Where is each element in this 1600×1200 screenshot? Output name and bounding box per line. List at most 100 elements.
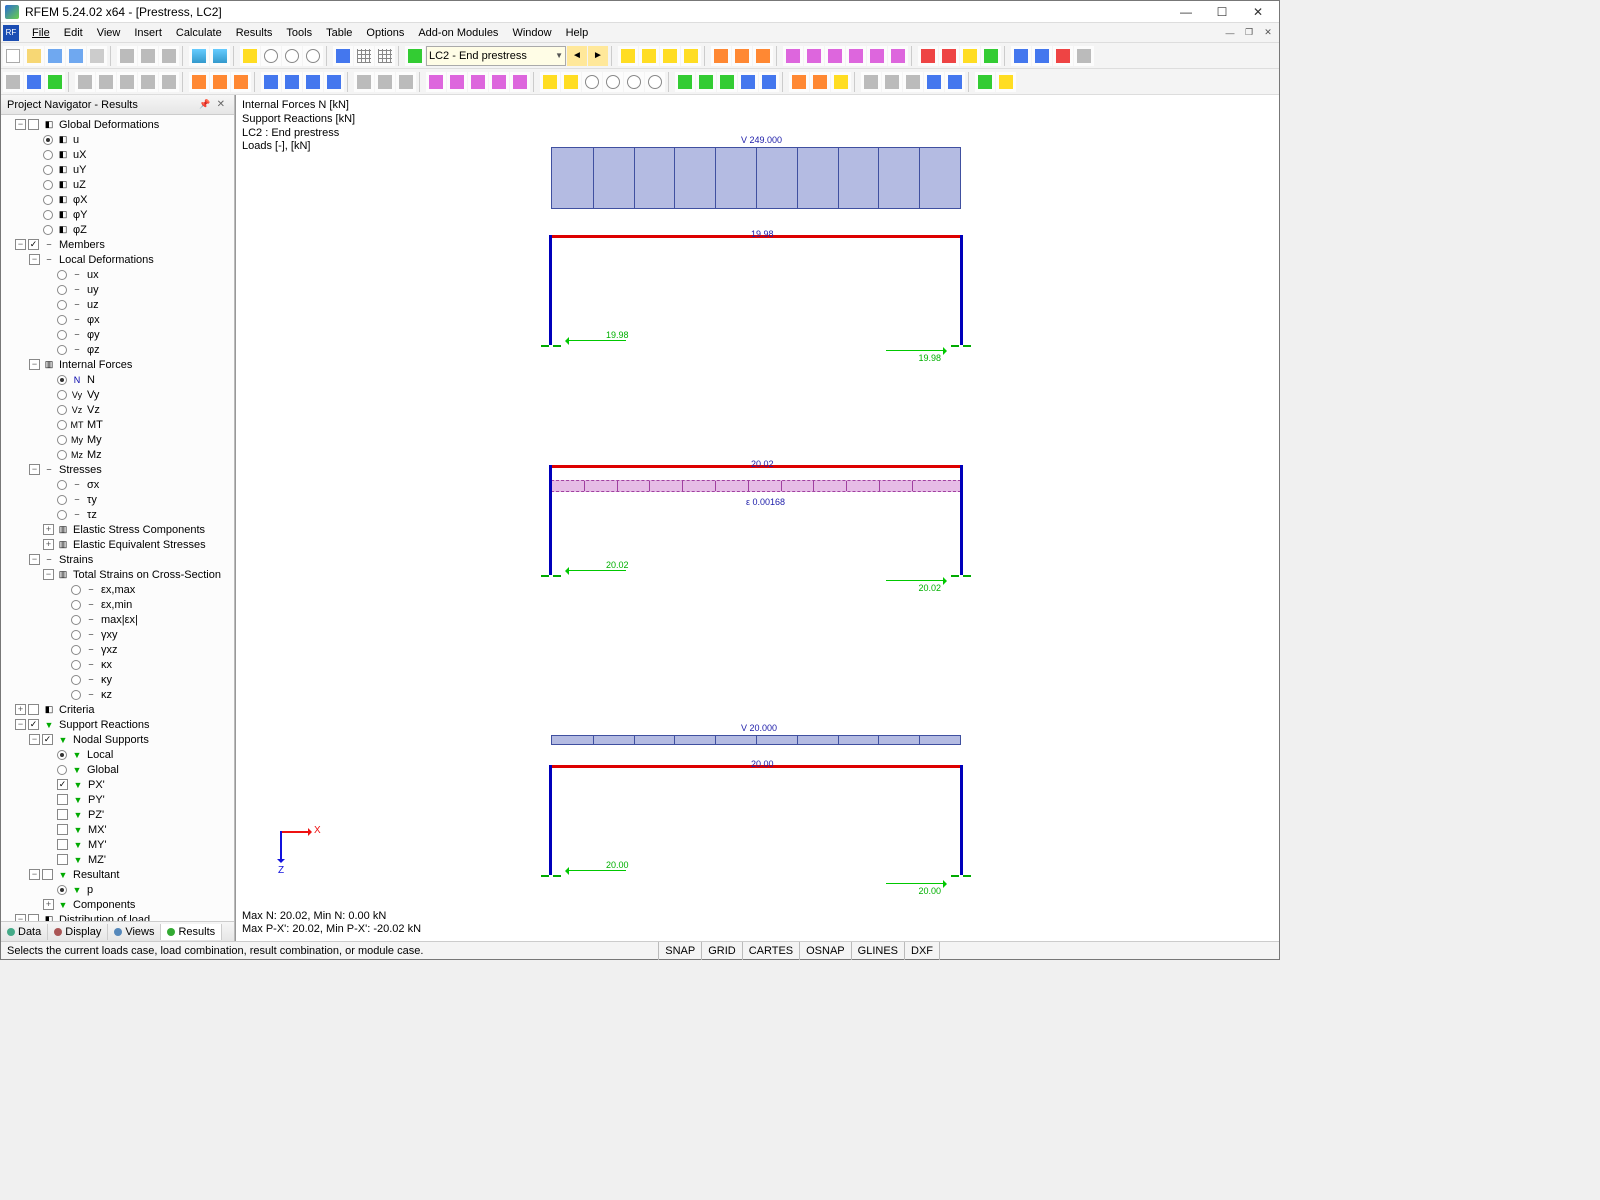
tb-m5[interactable] (867, 46, 887, 66)
status-glines[interactable]: GLINES (851, 942, 904, 960)
menu-edit[interactable]: Edit (57, 25, 90, 41)
tb-zoomwin[interactable] (303, 46, 323, 66)
tb-redo[interactable] (210, 46, 230, 66)
menu-help[interactable]: Help (559, 25, 596, 41)
status-cartes[interactable]: CARTES (742, 942, 799, 960)
tb-open[interactable] (24, 46, 44, 66)
tb2-33[interactable] (738, 72, 758, 92)
tb-lcnext[interactable]: ► (588, 46, 608, 66)
tb2-13[interactable] (282, 72, 302, 92)
tb2-12[interactable] (261, 72, 281, 92)
tb2-32[interactable] (717, 72, 737, 92)
status-snap[interactable]: SNAP (658, 942, 701, 960)
tb2-30[interactable] (675, 72, 695, 92)
tb-copy[interactable] (138, 46, 158, 66)
tb2-19[interactable] (426, 72, 446, 92)
tb2-7[interactable] (138, 72, 158, 92)
menu-table[interactable]: Table (319, 25, 359, 41)
tb2-40[interactable] (903, 72, 923, 92)
tb-m3[interactable] (825, 46, 845, 66)
tb-paste[interactable] (159, 46, 179, 66)
menu-view[interactable]: View (90, 25, 128, 41)
tb2-34[interactable] (759, 72, 779, 92)
status-osnap[interactable]: OSNAP (799, 942, 851, 960)
tb2-38[interactable] (861, 72, 881, 92)
tb2-25[interactable] (561, 72, 581, 92)
tb-w3[interactable] (960, 46, 980, 66)
nav-tab-views[interactable]: Views (108, 924, 161, 940)
tb-zoom[interactable] (261, 46, 281, 66)
results-tree[interactable]: −◧Global Deformations ◧u ◧uX ◧uY ◧uZ ◧φX… (1, 115, 234, 921)
tb2-23[interactable] (510, 72, 530, 92)
tb2-8[interactable] (159, 72, 179, 92)
nav-tab-results[interactable]: Results (161, 924, 222, 940)
nav-tab-data[interactable]: Data (1, 924, 48, 940)
tb2-15[interactable] (324, 72, 344, 92)
tb-r1[interactable] (618, 46, 638, 66)
tb-m1[interactable] (783, 46, 803, 66)
tb-m2[interactable] (804, 46, 824, 66)
tb2-42[interactable] (945, 72, 965, 92)
tb-m6[interactable] (888, 46, 908, 66)
tb-r3[interactable] (660, 46, 680, 66)
tb2-3[interactable] (45, 72, 65, 92)
tb-saveas[interactable] (66, 46, 86, 66)
tb2-24[interactable] (540, 72, 560, 92)
tb2-1[interactable] (3, 72, 23, 92)
mdi-close[interactable]: ✕ (1259, 26, 1277, 40)
pin-icon[interactable]: 📌 (196, 99, 213, 110)
mdi-restore[interactable]: ❐ (1240, 26, 1258, 40)
tb-cut[interactable] (117, 46, 137, 66)
menu-addon[interactable]: Add-on Modules (411, 25, 505, 41)
tb-print[interactable] (87, 46, 107, 66)
tb-zoomall[interactable] (282, 46, 302, 66)
maximize-button[interactable]: ☐ (1205, 2, 1239, 22)
tb-view1[interactable] (333, 46, 353, 66)
tb-view3[interactable] (375, 46, 395, 66)
tb-w2[interactable] (939, 46, 959, 66)
tb2-41[interactable] (924, 72, 944, 92)
menu-tools[interactable]: Tools (279, 25, 319, 41)
tb-m4[interactable] (846, 46, 866, 66)
tb2-17[interactable] (375, 72, 395, 92)
tb-w4[interactable] (981, 46, 1001, 66)
tb2-44[interactable] (996, 72, 1016, 92)
tb2-2[interactable] (24, 72, 44, 92)
menu-calculate[interactable]: Calculate (169, 25, 229, 41)
tb2-43[interactable] (975, 72, 995, 92)
tb2-6[interactable] (117, 72, 137, 92)
tb-lcprev[interactable]: ◄ (567, 46, 587, 66)
tb2-37[interactable] (831, 72, 851, 92)
tb2-14[interactable] (303, 72, 323, 92)
tb-w1[interactable] (918, 46, 938, 66)
tb2-27[interactable] (603, 72, 623, 92)
viewport[interactable]: Internal Forces N [kN] Support Reactions… (236, 95, 1279, 941)
tb2-29[interactable] (645, 72, 665, 92)
minimize-button[interactable]: — (1169, 2, 1203, 22)
tb2-22[interactable] (489, 72, 509, 92)
tb-s1[interactable] (711, 46, 731, 66)
tb2-11[interactable] (231, 72, 251, 92)
menu-insert[interactable]: Insert (127, 25, 169, 41)
tb-r2[interactable] (639, 46, 659, 66)
toggle-icon[interactable]: − (15, 119, 26, 130)
tb2-16[interactable] (354, 72, 374, 92)
tb-find[interactable] (240, 46, 260, 66)
menu-file[interactable]: File (25, 25, 57, 41)
nav-tab-display[interactable]: Display (48, 924, 108, 940)
tb2-10[interactable] (210, 72, 230, 92)
tb-s3[interactable] (753, 46, 773, 66)
tb2-4[interactable] (75, 72, 95, 92)
tb-a1[interactable] (1011, 46, 1031, 66)
tb2-36[interactable] (810, 72, 830, 92)
tb2-18[interactable] (396, 72, 416, 92)
tb-r4[interactable] (681, 46, 701, 66)
tb-s2[interactable] (732, 46, 752, 66)
tb2-35[interactable] (789, 72, 809, 92)
tb2-9[interactable] (189, 72, 209, 92)
tb2-21[interactable] (468, 72, 488, 92)
tb2-28[interactable] (624, 72, 644, 92)
menu-options[interactable]: Options (359, 25, 411, 41)
tb-new[interactable] (3, 46, 23, 66)
tb2-31[interactable] (696, 72, 716, 92)
